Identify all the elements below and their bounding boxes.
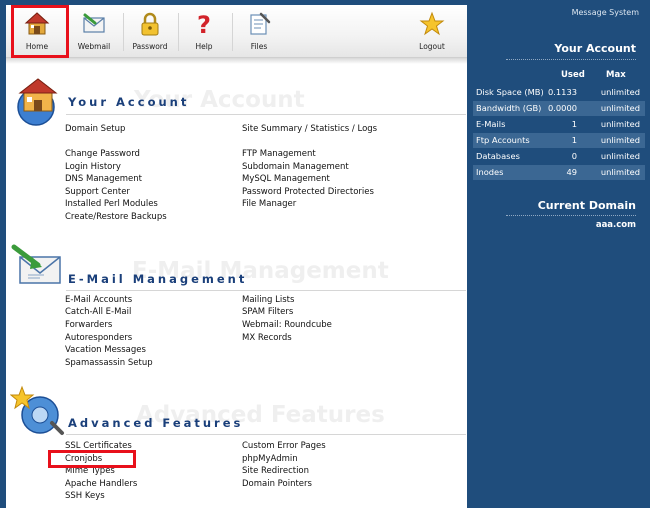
stat-used: 0.1133 xyxy=(547,87,577,97)
toolbar-files[interactable]: Files xyxy=(233,5,285,57)
stat-label: Inodes xyxy=(476,167,504,177)
link-site-redirection[interactable]: Site Redirection xyxy=(242,466,309,476)
link-catch-all-email[interactable]: Catch-All E-Mail xyxy=(65,307,131,317)
webmail-icon xyxy=(83,13,105,33)
stat-used: 0.0000 xyxy=(547,103,577,113)
section-title-account: Your Account xyxy=(68,95,190,109)
link-installed-perl-modules[interactable]: Installed Perl Modules xyxy=(65,199,158,209)
toolbar-help[interactable]: ? Help xyxy=(179,5,229,57)
link-file-manager[interactable]: File Manager xyxy=(242,199,296,209)
link-dns-management[interactable]: DNS Management xyxy=(65,174,142,184)
link-forwarders[interactable]: Forwarders xyxy=(65,320,112,330)
files-icon xyxy=(250,12,271,35)
link-custom-error-pages[interactable]: Custom Error Pages xyxy=(242,441,326,451)
lock-icon xyxy=(141,12,159,36)
column-header-max: Max xyxy=(606,70,626,80)
stat-label: Databases xyxy=(476,151,520,161)
stat-max: unlimited xyxy=(600,167,640,177)
toolbar-webmail[interactable]: Webmail xyxy=(68,5,120,57)
stat-label: Bandwidth (GB) xyxy=(476,103,542,113)
dotted-divider xyxy=(506,59,636,60)
dotted-divider xyxy=(506,215,636,216)
stat-used: 0 xyxy=(571,151,577,161)
message-system-link[interactable]: Message System xyxy=(572,8,639,17)
column-header-used: Used xyxy=(561,70,585,80)
stat-row-emails: E-Mails 1 unlimited xyxy=(473,117,645,132)
stat-max: unlimited xyxy=(600,151,640,161)
star-icon xyxy=(419,11,445,36)
link-domain-pointers[interactable]: Domain Pointers xyxy=(242,479,312,489)
link-autoresponders[interactable]: Autoresponders xyxy=(65,333,132,343)
stat-row-databases: Databases 0 unlimited xyxy=(473,149,645,164)
toolbar-label: Logout xyxy=(419,42,445,51)
toolbar-label: Files xyxy=(250,42,268,51)
link-webmail-roundcube[interactable]: Webmail: Roundcube xyxy=(242,320,332,330)
advanced-features-icon xyxy=(10,385,64,435)
toolbar-shadow xyxy=(6,58,467,64)
toolbar-label: Webmail xyxy=(77,42,111,51)
stat-used: 49 xyxy=(566,167,577,177)
stat-label: Ftp Accounts xyxy=(476,135,530,145)
cronjobs-highlight-box xyxy=(48,450,136,468)
home-highlight-box xyxy=(11,5,69,58)
stat-row-bandwidth: Bandwidth (GB) 0.0000 unlimited xyxy=(473,101,645,116)
house-icon xyxy=(17,78,58,126)
link-domain-setup[interactable]: Domain Setup xyxy=(65,124,125,134)
stat-max: unlimited xyxy=(600,119,640,129)
link-spam-filters[interactable]: SPAM Filters xyxy=(242,307,293,317)
stat-label: E-Mails xyxy=(476,119,506,129)
link-login-history[interactable]: Login History xyxy=(65,162,121,172)
link-vacation-messages[interactable]: Vacation Messages xyxy=(65,345,146,355)
sidebar-current-domain-title: Current Domain xyxy=(537,199,636,212)
toolbar-label: Password xyxy=(132,42,168,51)
toolbar-logout[interactable]: Logout xyxy=(406,5,458,57)
link-mx-records[interactable]: MX Records xyxy=(242,333,292,343)
stat-row-ftp-accounts: Ftp Accounts 1 unlimited xyxy=(473,133,645,148)
stat-max: unlimited xyxy=(600,103,640,113)
link-site-summary[interactable]: Site Summary / Statistics / Logs xyxy=(242,124,377,134)
section-title-advanced: Advanced Features xyxy=(68,416,244,430)
toolbar-label: Help xyxy=(195,42,213,51)
stat-row-inodes: Inodes 49 unlimited xyxy=(473,165,645,180)
link-email-accounts[interactable]: E-Mail Accounts xyxy=(65,295,132,305)
stat-row-disk-space: Disk Space (MB) 0.1133 unlimited xyxy=(473,85,645,100)
toolbar-password[interactable]: Password xyxy=(124,5,176,57)
link-change-password[interactable]: Change Password xyxy=(65,149,140,159)
link-mailing-lists[interactable]: Mailing Lists xyxy=(242,295,294,305)
stat-max: unlimited xyxy=(600,87,640,97)
link-spamassassin-setup[interactable]: Spamassassin Setup xyxy=(65,358,153,368)
link-subdomain-management[interactable]: Subdomain Management xyxy=(242,162,349,172)
link-support-center[interactable]: Support Center xyxy=(65,187,130,197)
link-apache-handlers[interactable]: Apache Handlers xyxy=(65,479,137,489)
section-title-email: E-Mail Management xyxy=(68,272,248,286)
directadmin-panel: Home Webmail Password ? Help Files Logou… xyxy=(0,0,650,508)
email-envelope-icon xyxy=(11,244,61,284)
svg-text:?: ? xyxy=(197,11,211,37)
stat-used: 1 xyxy=(571,135,577,145)
section-divider xyxy=(66,114,466,115)
current-domain-value: aaa.com xyxy=(595,220,636,230)
link-mysql-management[interactable]: MySQL Management xyxy=(242,174,330,184)
link-create-restore-backups[interactable]: Create/Restore Backups xyxy=(65,212,167,222)
section-divider xyxy=(66,434,466,435)
stat-max: unlimited xyxy=(600,135,640,145)
stat-label: Disk Space (MB) xyxy=(476,87,544,97)
help-icon: ? xyxy=(197,11,211,37)
link-password-protected-directories[interactable]: Password Protected Directories xyxy=(242,187,374,197)
section-divider xyxy=(66,290,466,291)
account-sidebar: Message System Your Account Used Max Dis… xyxy=(470,0,650,508)
top-toolbar: Home Webmail Password ? Help Files Logou… xyxy=(6,5,467,58)
link-phpmyadmin[interactable]: phpMyAdmin xyxy=(242,454,298,464)
stat-used: 1 xyxy=(571,119,577,129)
main-content: Home Webmail Password ? Help Files Logou… xyxy=(6,5,467,508)
sidebar-your-account-title: Your Account xyxy=(554,42,636,55)
link-ftp-management[interactable]: FTP Management xyxy=(242,149,316,159)
link-ssh-keys[interactable]: SSH Keys xyxy=(65,491,105,501)
